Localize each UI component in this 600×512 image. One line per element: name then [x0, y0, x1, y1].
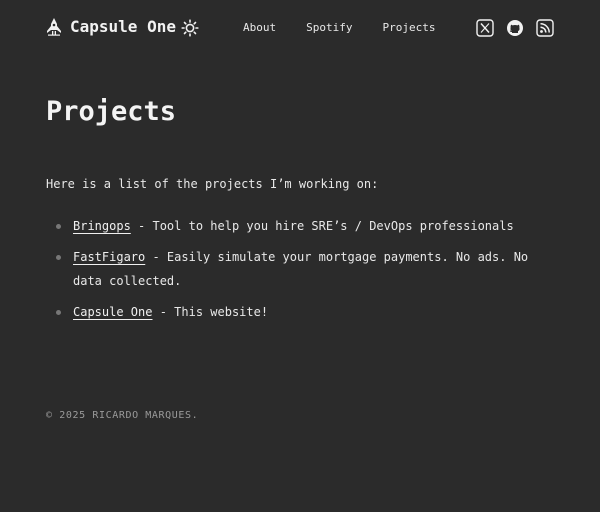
rss-icon[interactable] [536, 19, 554, 37]
nav-spotify[interactable]: Spotify [306, 21, 352, 34]
project-link-capsule-one[interactable]: Capsule One [73, 305, 152, 319]
page-title: Projects [46, 96, 177, 127]
project-list: Bringops - Tool to help you hire SRE’s /… [46, 214, 546, 331]
brand-title: Capsule One [70, 17, 176, 36]
github-icon[interactable] [506, 19, 524, 37]
project-description: - Tool to help you hire SRE’s / DevOps p… [130, 219, 514, 233]
rocket-icon [46, 17, 62, 36]
social-links [476, 19, 554, 37]
brand-link[interactable]: Capsule One [46, 17, 176, 36]
project-link-fastfigaro[interactable]: FastFigaro [73, 250, 145, 264]
x-twitter-icon[interactable] [476, 19, 494, 37]
intro-text: Here is a list of the projects I’m worki… [46, 177, 379, 191]
footer-copyright: © 2025 RICARDO MARQUES. [46, 410, 199, 421]
list-item: Bringops - Tool to help you hire SRE’s /… [46, 214, 546, 238]
list-item: FastFigaro - Easily simulate your mortga… [46, 245, 546, 293]
project-description: - This website! [152, 305, 269, 319]
main-nav: About Spotify Projects [243, 21, 465, 34]
site-header: Capsule One About Spotify Projects [0, 0, 600, 56]
nav-about[interactable]: About [243, 21, 276, 34]
sun-icon[interactable] [181, 19, 199, 37]
project-link-bringops[interactable]: Bringops [73, 219, 131, 233]
list-item: Capsule One - This website! [46, 300, 546, 324]
nav-projects[interactable]: Projects [382, 21, 435, 34]
